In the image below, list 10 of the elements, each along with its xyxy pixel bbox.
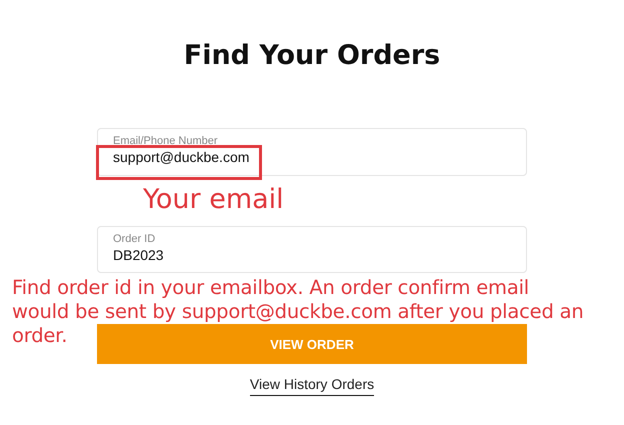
- history-link[interactable]: View History Orders: [250, 376, 374, 396]
- annotation-text: Your email: [143, 183, 284, 217]
- input-field[interactable]: Order ID DB2023: [97, 226, 527, 273]
- annotation-line: order.: [12, 324, 68, 348]
- annotation-line: would be sent by support@duckbe.com after you placed an: [12, 300, 584, 324]
- page-title: Find Your Orders: [182, 39, 442, 73]
- field-label: Email/Phone Number: [113, 135, 218, 147]
- input-field[interactable]: Email/Phone Number support@duckbe.com: [97, 128, 527, 176]
- annotation-line: Find order id in your emailbox. An order confirm email: [12, 276, 530, 300]
- field-label: Order ID: [113, 233, 156, 245]
